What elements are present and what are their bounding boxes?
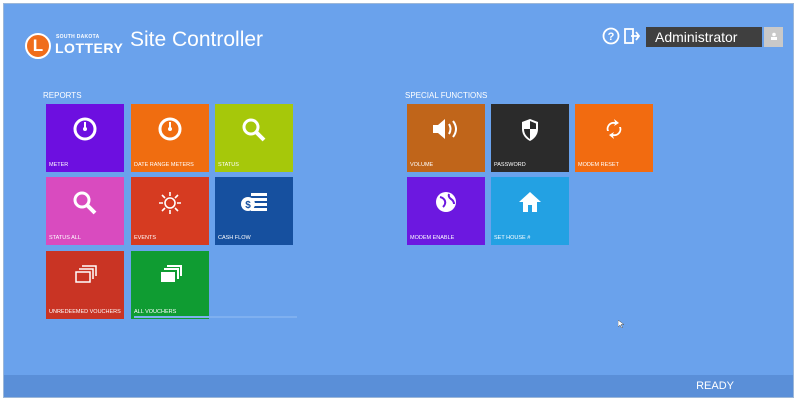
vouchers-icon	[75, 265, 97, 283]
tile-unredeemed-vouchers[interactable]: UNREDEEMED VOUCHERS	[46, 251, 124, 319]
tile-modem-enable[interactable]: MODEM ENABLE	[407, 177, 485, 245]
tile-events-label: EVENTS	[134, 235, 157, 241]
user-name[interactable]: Administrator	[646, 27, 762, 47]
tile-unredeemed-vouchers-label: UNREDEEMED VOUCHERS	[49, 309, 121, 315]
tile-cash-flow[interactable]: $ CASH FLOW	[215, 177, 293, 245]
home-icon	[519, 192, 541, 212]
tile-all-vouchers-label: ALL VOUCHERS	[134, 309, 177, 315]
tile-status-label: STATUS	[218, 162, 239, 168]
tile-set-house-label: SET HOUSE #	[494, 235, 531, 241]
divider	[134, 316, 297, 318]
gauge-icon	[73, 117, 97, 141]
tile-modem-reset-label: MODEM RESET	[578, 162, 619, 168]
tile-cash-flow-label: CASH FLOW	[218, 235, 251, 241]
user-menu-button[interactable]	[764, 27, 783, 47]
tile-password-label: PASSWORD	[494, 162, 526, 168]
tile-volume-label: VOLUME	[410, 162, 434, 168]
vouchers-icon	[161, 265, 182, 282]
tile-modem-enable-label: MODEM ENABLE	[410, 235, 455, 241]
tile-events[interactable]: EVENTS	[131, 177, 209, 245]
tile-set-house[interactable]: SET HOUSE #	[491, 177, 569, 245]
special-functions-section-label: SPECIAL FUNCTIONS	[405, 91, 488, 100]
logo-mark: L	[25, 33, 51, 59]
mouse-cursor-icon	[618, 320, 624, 328]
status-bar: READY	[4, 375, 793, 397]
tile-meter-label: METER	[49, 162, 69, 168]
tile-volume[interactable]: VOLUME	[407, 104, 485, 172]
shield-icon	[522, 119, 538, 141]
tile-status[interactable]: STATUS	[215, 104, 293, 172]
tile-status-all[interactable]: STATUS ALL	[46, 177, 124, 245]
app-window: L SOUTH DAKOTA LOTTERY Site Controller ?…	[3, 3, 794, 398]
sun-icon	[159, 192, 181, 214]
tile-all-vouchers[interactable]: ALL VOUCHERS	[131, 251, 209, 319]
tile-meter[interactable]: METER	[46, 104, 124, 172]
tile-status-all-label: STATUS ALL	[49, 235, 81, 241]
search-icon	[242, 118, 266, 142]
user-icon	[770, 32, 777, 40]
svg-text:?: ?	[608, 31, 615, 43]
tile-password[interactable]: PASSWORD	[491, 104, 569, 172]
svg-text:$: $	[245, 200, 251, 211]
search-icon	[73, 191, 97, 215]
gauge-icon	[158, 117, 182, 141]
reports-section-label: REPORTS	[43, 91, 82, 100]
tile-date-range-meters-label: DATE RANGE METERS	[134, 162, 194, 168]
app-title: Site Controller	[130, 28, 264, 51]
refresh-icon	[606, 119, 622, 139]
help-icon[interactable]: ?	[602, 27, 620, 45]
status-text: READY	[696, 380, 734, 392]
speaker-icon	[433, 119, 457, 139]
globe-icon	[436, 192, 456, 212]
logo-text: LOTTERY	[55, 40, 124, 56]
tile-date-range-meters[interactable]: DATE RANGE METERS	[131, 104, 209, 172]
cash-icon: $	[241, 193, 267, 211]
logout-icon[interactable]	[623, 27, 641, 45]
lottery-logo: L SOUTH DAKOTA LOTTERY	[25, 31, 123, 61]
tile-modem-reset[interactable]: MODEM RESET	[575, 104, 653, 172]
